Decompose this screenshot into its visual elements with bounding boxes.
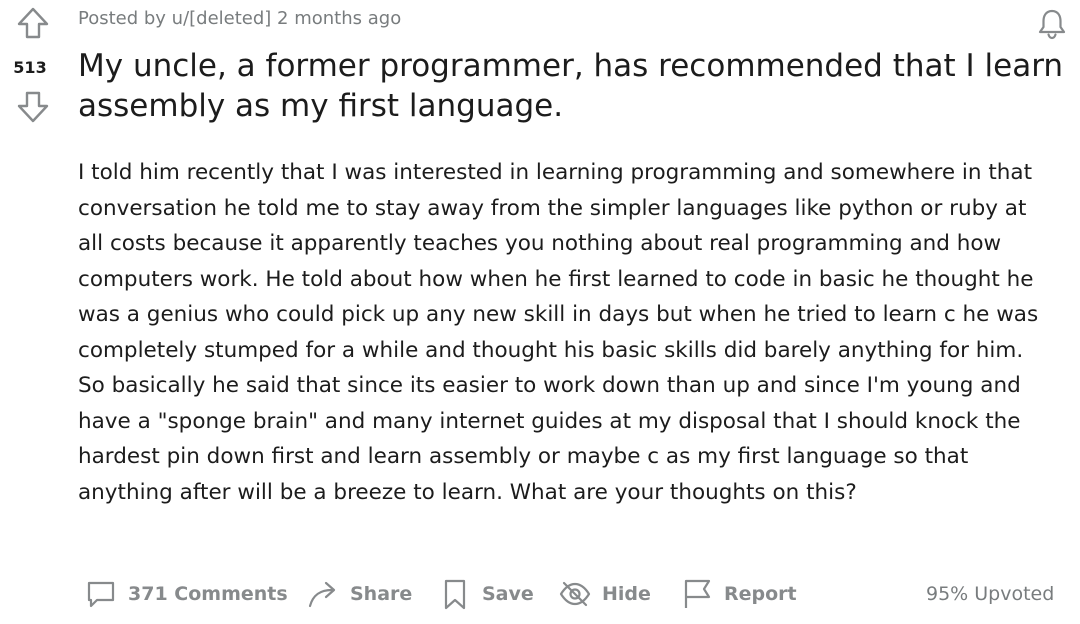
- share-arrow-icon: [308, 581, 336, 608]
- notifications-button[interactable]: [1034, 6, 1070, 42]
- save-label: Save: [482, 583, 534, 605]
- comments-button[interactable]: 371 Comments: [84, 574, 288, 614]
- flag-icon: [684, 579, 711, 608]
- upvote-button[interactable]: [14, 4, 52, 42]
- eye-slash-icon: [559, 581, 591, 607]
- hide-button[interactable]: Hide: [558, 574, 651, 614]
- post-title[interactable]: My uncle, a former programmer, has recom…: [78, 46, 1068, 126]
- report-button[interactable]: Report: [680, 574, 797, 614]
- save-button[interactable]: Save: [438, 574, 534, 614]
- post-body: I told him recently that I was intereste…: [78, 160, 1039, 505]
- bell-icon: [1038, 9, 1066, 40]
- report-label: Report: [724, 583, 797, 605]
- downvote-button[interactable]: [14, 88, 52, 126]
- hide-label: Hide: [602, 583, 651, 605]
- upvote-arrow-icon: [17, 7, 49, 39]
- share-label: Share: [350, 583, 413, 605]
- upvote-ratio: 95% Upvoted: [926, 583, 1055, 605]
- post-actions-bar: 371 Comments Share Save Hide Report 95% …: [0, 574, 1080, 614]
- share-button[interactable]: Share: [306, 574, 412, 614]
- downvote-arrow-icon: [17, 91, 49, 123]
- bookmark-icon: [444, 579, 466, 610]
- vote-score: 513: [13, 58, 47, 77]
- comment-bubble-icon: [87, 581, 115, 608]
- comments-label: 371 Comments: [128, 583, 288, 605]
- post-meta: Posted by u/[deleted] 2 months ago: [78, 8, 402, 29]
